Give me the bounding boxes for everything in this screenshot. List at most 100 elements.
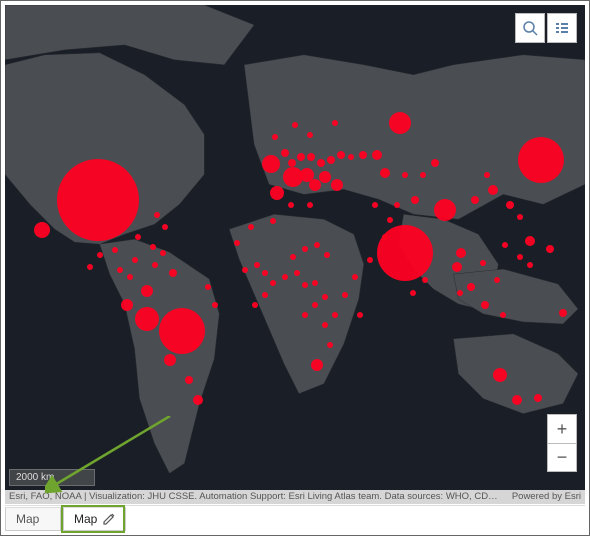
data-bubble[interactable] [262,270,268,276]
search-button[interactable] [515,13,545,43]
data-bubble[interactable] [327,342,333,348]
data-bubble[interactable] [312,280,318,286]
data-bubble[interactable] [193,395,203,405]
data-bubble[interactable] [389,112,411,134]
data-bubble[interactable] [342,292,348,298]
data-bubble[interactable] [357,312,363,318]
data-bubble[interactable] [121,299,133,311]
data-bubble[interactable] [302,312,308,318]
data-bubble[interactable] [322,322,328,328]
data-bubble[interactable] [185,376,193,384]
data-bubble[interactable] [281,149,289,157]
data-bubble[interactable] [135,307,159,331]
data-bubble[interactable] [332,312,338,318]
data-bubble[interactable] [117,267,123,273]
data-bubble[interactable] [372,202,378,208]
data-bubble[interactable] [169,269,177,277]
data-bubble[interactable] [457,290,463,296]
data-bubble[interactable] [248,224,254,230]
data-bubble[interactable] [164,354,176,366]
legend-button[interactable] [547,13,577,43]
data-bubble[interactable] [309,179,321,191]
data-bubble[interactable] [205,284,211,290]
data-bubble[interactable] [431,159,439,167]
sheet-tab-map-2[interactable]: Map [63,507,126,531]
data-bubble[interactable] [314,242,320,248]
data-bubble[interactable] [57,159,139,241]
data-bubble[interactable] [270,280,276,286]
data-bubble[interactable] [192,342,198,348]
data-bubble[interactable] [262,155,280,173]
data-bubble[interactable] [559,309,567,317]
zoom-in-button[interactable]: + [548,415,576,443]
data-bubble[interactable] [317,159,325,167]
data-bubble[interactable] [525,236,535,246]
data-bubble[interactable] [411,196,419,204]
data-bubble[interactable] [452,262,462,272]
data-bubble[interactable] [290,254,296,260]
data-bubble[interactable] [312,302,318,308]
data-bubble[interactable] [367,257,373,263]
data-bubble[interactable] [272,134,278,140]
data-bubble[interactable] [254,262,260,268]
data-bubble[interactable] [150,244,156,250]
data-bubble[interactable] [154,212,160,218]
data-bubble[interactable] [242,267,248,273]
data-bubble[interactable] [292,122,298,128]
data-bubble[interactable] [319,171,331,183]
data-bubble[interactable] [97,252,103,258]
data-bubble[interactable] [410,290,416,296]
data-bubble[interactable] [331,179,343,191]
data-bubble[interactable] [546,245,554,253]
data-bubble[interactable] [132,257,138,263]
data-bubble[interactable] [322,294,328,300]
data-bubble[interactable] [302,246,308,252]
data-bubble[interactable] [297,153,305,161]
data-bubble[interactable] [311,359,323,371]
data-bubble[interactable] [307,153,315,161]
data-bubble[interactable] [112,247,118,253]
data-bubble[interactable] [212,302,218,308]
data-bubble[interactable] [506,201,514,209]
data-bubble[interactable] [359,151,367,159]
data-bubble[interactable] [288,202,294,208]
data-bubble[interactable] [394,202,400,208]
data-bubble[interactable] [481,301,489,309]
data-bubble[interactable] [270,186,284,200]
data-bubble[interactable] [294,270,300,276]
data-bubble[interactable] [500,312,506,318]
data-bubble[interactable] [234,240,240,246]
data-bubble[interactable] [434,199,456,221]
data-bubble[interactable] [517,214,523,220]
data-bubble[interactable] [527,262,533,268]
data-bubble[interactable] [512,395,522,405]
data-bubble[interactable] [402,172,408,178]
data-bubble[interactable] [87,264,93,270]
data-bubble[interactable] [484,172,490,178]
data-bubble[interactable] [332,120,338,126]
data-bubble[interactable] [34,222,50,238]
data-bubble[interactable] [518,137,564,183]
data-bubble[interactable] [387,217,393,223]
data-bubble[interactable] [159,308,205,354]
data-bubble[interactable] [152,262,158,268]
data-bubble[interactable] [372,150,382,160]
data-bubble[interactable] [494,277,500,283]
data-bubble[interactable] [127,274,133,280]
data-bubble[interactable] [422,277,428,283]
sheet-tab-map-1[interactable]: Map [5,507,61,531]
data-bubble[interactable] [302,282,308,288]
data-bubble[interactable] [420,172,426,178]
data-bubble[interactable] [456,248,466,258]
map-viewport[interactable]: + − 2000 km Esri, FAO, NOAA | Visualizat… [5,5,585,504]
data-bubble[interactable] [352,274,358,280]
data-bubble[interactable] [502,242,508,248]
data-bubble[interactable] [282,274,288,280]
zoom-out-button[interactable]: − [548,443,576,471]
data-bubble[interactable] [160,250,166,256]
data-bubble[interactable] [252,302,258,308]
data-bubble[interactable] [382,234,388,240]
data-bubble[interactable] [141,285,153,297]
data-bubble[interactable] [270,218,276,224]
data-bubble[interactable] [337,151,345,159]
